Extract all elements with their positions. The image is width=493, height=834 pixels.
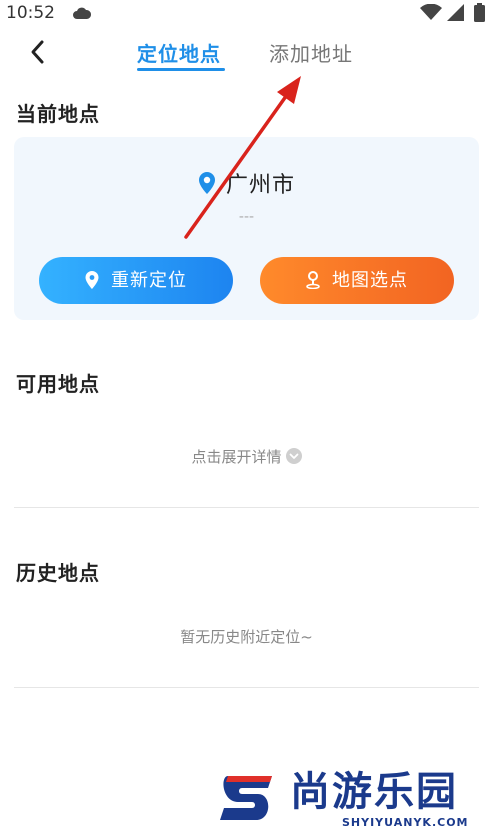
current-location-title: 当前地点 bbox=[16, 102, 100, 126]
divider bbox=[14, 687, 479, 688]
chevron-down-circle-icon bbox=[285, 448, 302, 464]
cloud-icon bbox=[73, 7, 92, 19]
relocate-label: 重新定位 bbox=[111, 270, 187, 291]
tab-add-address[interactable]: 添加地址 bbox=[269, 38, 353, 67]
relocate-button[interactable]: 重新定位 bbox=[39, 257, 233, 304]
watermark-brand: 尚游乐园 bbox=[290, 769, 458, 815]
tab-locate[interactable]: 定位地点 bbox=[137, 38, 221, 67]
city-row: 广州市 bbox=[14, 167, 479, 198]
battery-icon bbox=[474, 3, 485, 22]
watermark-s-logo bbox=[220, 776, 272, 820]
expand-details-link[interactable]: 点击展开详情 bbox=[0, 446, 493, 467]
history-empty-hint: 暂无历史附近定位~ bbox=[180, 628, 313, 646]
status-time: 10:52 bbox=[6, 3, 55, 23]
location-pin-icon bbox=[85, 270, 99, 289]
status-bar: 10:52 bbox=[0, 0, 493, 26]
back-arrow-icon[interactable] bbox=[24, 38, 52, 66]
watermark-domain: SHYIYUANYK.COM bbox=[342, 816, 469, 829]
wifi-icon bbox=[420, 4, 442, 20]
current-location-card: 广州市 --- 重新定位 地图选点 bbox=[14, 137, 479, 320]
current-address-detail: --- bbox=[238, 209, 255, 225]
history-locations-title: 历史地点 bbox=[16, 561, 100, 585]
watermark-logo: 尚游乐园 SHYIYUANYK.COM bbox=[214, 768, 493, 834]
map-pin-icon bbox=[306, 270, 320, 289]
available-locations-title: 可用地点 bbox=[16, 372, 100, 396]
signal-icon bbox=[447, 4, 464, 21]
tab-active-underline bbox=[137, 68, 225, 71]
nav-bar: 定位地点 添加地址 bbox=[0, 30, 493, 80]
map-pick-button[interactable]: 地图选点 bbox=[260, 257, 454, 304]
map-pick-label: 地图选点 bbox=[332, 270, 408, 291]
current-city: 广州市 bbox=[225, 173, 295, 198]
location-pin-icon bbox=[198, 172, 215, 194]
divider bbox=[14, 507, 479, 508]
expand-details-label: 点击展开详情 bbox=[191, 448, 282, 466]
